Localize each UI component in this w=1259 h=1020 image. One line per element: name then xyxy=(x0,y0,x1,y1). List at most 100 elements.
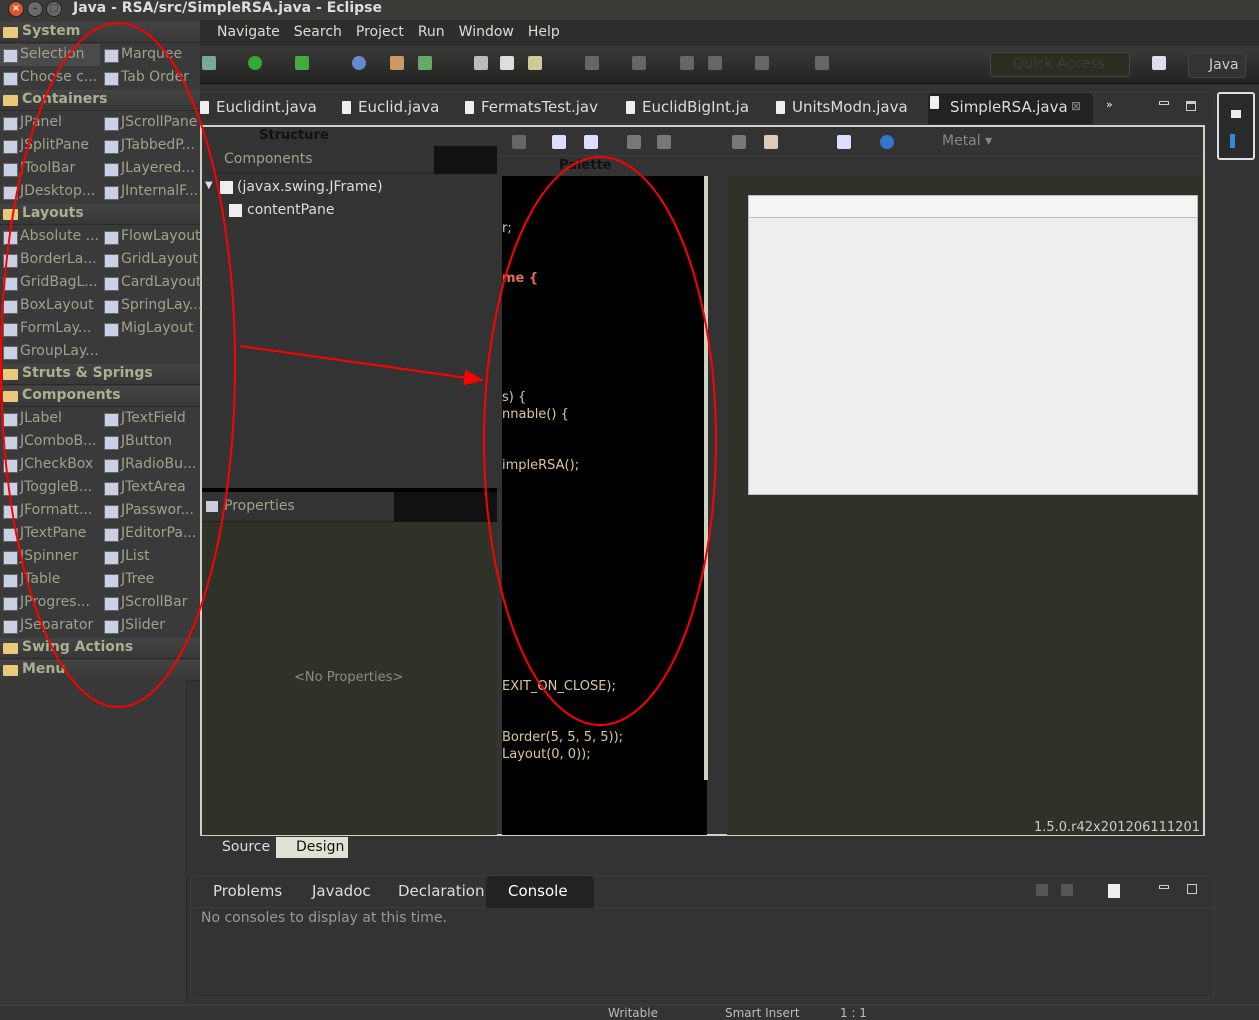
tab-order-icon[interactable] xyxy=(837,135,851,149)
palette-item-flowlayout[interactable]: FlowLayout xyxy=(101,226,201,248)
palette-item-gridbagl[interactable]: GridBagL... xyxy=(0,272,100,294)
palette-item-jscrollbar[interactable]: JScrollBar xyxy=(101,592,201,614)
palette-item-jcheckbox[interactable]: JCheckBox xyxy=(0,454,100,476)
jframe-preview[interactable] xyxy=(748,195,1198,495)
debug-icon[interactable] xyxy=(202,56,216,70)
palette-item-gridlayout[interactable]: GridLayout xyxy=(101,249,201,271)
new-package-icon[interactable] xyxy=(418,56,432,70)
palette-item-jformatt[interactable]: JFormatt... xyxy=(0,500,100,522)
tab-euclidbigint[interactable]: EuclidBigInt.ja xyxy=(624,98,749,116)
redo-icon[interactable] xyxy=(657,135,671,149)
palette-item-jcombob[interactable]: JComboB... xyxy=(0,431,100,453)
palette-item-jtextarea[interactable]: JTextArea xyxy=(101,477,201,499)
palette-item-jseparator[interactable]: JSeparator xyxy=(0,615,100,637)
run-coverage-icon[interactable] xyxy=(295,56,309,70)
java-perspective-button[interactable]: Java xyxy=(1188,52,1246,78)
minimize-window-button[interactable]: – xyxy=(27,1,43,17)
palette-item-jspinner[interactable]: JSpinner xyxy=(0,546,100,568)
run-icon[interactable] xyxy=(248,56,262,70)
outline-icon[interactable] xyxy=(1230,134,1244,148)
sash[interactable] xyxy=(704,176,708,780)
maximize-icon[interactable] xyxy=(1186,101,1196,111)
open-console-icon[interactable] xyxy=(1108,884,1120,898)
last-edit-icon[interactable] xyxy=(632,56,646,70)
open-perspective-icon[interactable] xyxy=(1152,56,1166,70)
palette-category-menu[interactable]: Menu xyxy=(0,660,200,681)
palette-item-selection[interactable]: Selection xyxy=(0,44,100,66)
design-tab[interactable]: Design xyxy=(276,837,349,858)
copy-icon[interactable] xyxy=(732,135,746,149)
palette-item-jpasswor[interactable]: JPasswor... xyxy=(101,500,201,522)
tab-euclid[interactable]: Euclid.java xyxy=(340,98,439,116)
test-gui-icon[interactable] xyxy=(512,135,526,149)
look-and-feel-dropdown[interactable]: Metal ▾ xyxy=(942,133,992,149)
tab-declaration[interactable]: Declaration xyxy=(398,882,484,900)
palette-item-jtable[interactable]: JTable xyxy=(0,569,100,591)
palette-item-jtoggleb[interactable]: JToggleB... xyxy=(0,477,100,499)
menu-search[interactable]: Search xyxy=(287,20,349,44)
palette-item-jlist[interactable]: JList xyxy=(101,546,201,568)
tab-problems[interactable]: Problems xyxy=(213,882,282,900)
pin-editor-icon[interactable] xyxy=(815,56,829,70)
undo-icon[interactable] xyxy=(627,135,641,149)
palette-item-jslider[interactable]: JSlider xyxy=(101,615,201,637)
palette-item-jtree[interactable]: JTree xyxy=(101,569,201,591)
palette-item-jradiobu[interactable]: JRadioBu... xyxy=(101,454,201,476)
display-console-icon[interactable] xyxy=(1061,884,1073,896)
maximize-console-icon[interactable] xyxy=(1187,884,1197,894)
palette-item-grouplay[interactable]: GroupLay... xyxy=(0,341,100,363)
palette-item-springlay[interactable]: SpringLay... xyxy=(101,295,201,317)
palette-item-jlabel[interactable]: JLabel xyxy=(0,408,100,430)
palette-item-boxlayout[interactable]: BoxLayout xyxy=(0,295,100,317)
palette-item-jinternalf[interactable]: JInternalF... xyxy=(101,181,201,203)
palette-item-formlay[interactable]: FormLay... xyxy=(0,318,100,340)
palette-item-jprogres[interactable]: JProgres... xyxy=(0,592,100,614)
tab-simplersa[interactable]: SimpleRSA.java xyxy=(928,93,1093,124)
palette-category-swing-actions[interactable]: Swing Actions xyxy=(0,638,200,659)
tab-euclidint[interactable]: Euclidint.java xyxy=(198,98,317,116)
close-tab-icon[interactable]: ⊠ xyxy=(1071,99,1081,113)
palette-item-jpanel[interactable]: JPanel xyxy=(0,112,100,134)
quick-access-input[interactable]: Quick Access xyxy=(990,52,1130,77)
tab-javadoc[interactable]: Javadoc xyxy=(312,882,371,900)
palette-item-choose-c[interactable]: Choose c... xyxy=(0,67,100,89)
maximize-window-button[interactable]: □ xyxy=(46,1,62,17)
globe-icon[interactable] xyxy=(880,135,894,149)
refresh-icon[interactable] xyxy=(584,135,598,149)
palette-item-jtextfield[interactable]: JTextField xyxy=(101,408,201,430)
palette-item-jsplitpane[interactable]: JSplitPane xyxy=(0,135,100,157)
menu-run[interactable]: Run xyxy=(411,20,452,44)
back-nav-icon[interactable] xyxy=(708,56,722,70)
restore-icon[interactable] xyxy=(1231,110,1241,118)
palette-item-jeditorpa[interactable]: JEditorPa... xyxy=(101,523,201,545)
back-icon[interactable] xyxy=(680,56,694,70)
menu-window[interactable]: Window xyxy=(452,20,521,44)
palette-item-jdesktop[interactable]: JDesktop... xyxy=(0,181,100,203)
expand-arrow-icon[interactable]: ▼ xyxy=(205,180,213,191)
tree-node-jframe[interactable]: (javax.swing.JFrame) xyxy=(237,179,383,195)
palette-item-jtextpane[interactable]: JTextPane xyxy=(0,523,100,545)
show-list-icon[interactable]: » xyxy=(1106,98,1113,111)
forward-icon[interactable] xyxy=(755,56,769,70)
open-task-icon[interactable] xyxy=(500,56,514,70)
preview-icon[interactable] xyxy=(552,135,566,149)
source-tab[interactable]: Source xyxy=(204,839,270,855)
palette-item-jbutton[interactable]: JButton xyxy=(101,431,201,453)
new-java-project-icon[interactable] xyxy=(390,56,404,70)
tab-unitsmodn[interactable]: UnitsModn.java xyxy=(774,98,908,116)
open-type-icon[interactable] xyxy=(474,56,488,70)
tab-console[interactable]: Console xyxy=(486,876,594,908)
palette-item-jlayered[interactable]: JLayered... xyxy=(101,158,201,180)
menu-navigate[interactable]: Navigate xyxy=(210,20,287,44)
paste-icon[interactable] xyxy=(764,135,778,149)
palette-item-jtabbedp[interactable]: JTabbedP... xyxy=(101,135,201,157)
pin-console-icon[interactable] xyxy=(1036,884,1048,896)
palette-item-cardlayout[interactable]: CardLayout xyxy=(101,272,201,294)
palette-item-miglayout[interactable]: MigLayout xyxy=(101,318,201,340)
minimize-console-icon[interactable] xyxy=(1159,885,1169,889)
menu-help[interactable]: Help xyxy=(521,20,567,44)
code-view[interactable]: r; me {s) {nnable() {impleRSA(); EXIT_ON_C… xyxy=(502,176,707,835)
palette-item-absolute[interactable]: Absolute ... xyxy=(0,226,100,248)
minimize-icon[interactable] xyxy=(1159,101,1169,105)
menu-project[interactable]: Project xyxy=(349,20,411,44)
